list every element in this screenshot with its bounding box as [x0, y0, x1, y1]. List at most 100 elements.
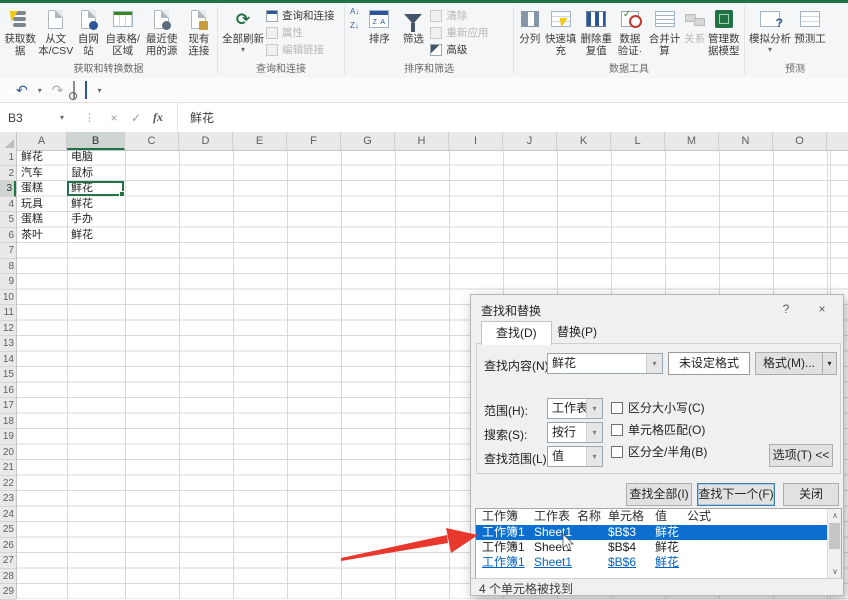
scroll-down-icon[interactable]: ∨ [828, 565, 842, 578]
row-header-24[interactable]: 24 [0, 507, 16, 523]
cell-b2[interactable]: 鼠标 [71, 166, 93, 181]
column-header-f[interactable]: F [287, 132, 341, 150]
edit-links-button[interactable]: 编辑链接 [266, 43, 335, 56]
column-header-i[interactable]: I [449, 132, 503, 150]
search-combo[interactable]: 按行 ▾ [547, 422, 603, 443]
column-header-j[interactable]: J [503, 132, 557, 150]
customize-qat-dropdown-icon[interactable]: ▾ [97, 86, 101, 95]
match-cell-checkbox[interactable]: 单元格匹配(O) [611, 421, 705, 438]
filter-button[interactable]: 筛选 [397, 4, 429, 45]
sort-descending-button[interactable]: Z↓ [350, 22, 359, 30]
reapply-button[interactable]: 重新应用 [430, 26, 488, 39]
cell-b1[interactable]: 电脑 [71, 150, 93, 165]
chevron-down-icon[interactable]: ▾ [586, 447, 602, 466]
tab-find[interactable]: 查找(D) [481, 321, 552, 345]
scroll-up-icon[interactable]: ∧ [828, 509, 842, 522]
scrollbar-thumb[interactable] [829, 523, 840, 549]
row-header-25[interactable]: 25 [0, 522, 16, 538]
result-row-3[interactable]: 工作簿1 Sheet1 $B$6 鲜花 [476, 555, 827, 570]
name-box[interactable]: B3 ▾ [0, 103, 76, 132]
data-validation-button[interactable]: 数据验证· [614, 4, 645, 57]
tab-replace[interactable]: 替换(P) [543, 321, 611, 344]
within-combo[interactable]: 工作表 ▾ [547, 398, 603, 419]
sort-button[interactable]: Z A 排序 [362, 4, 396, 45]
row-header-8[interactable]: 8 [0, 259, 16, 275]
column-header-h[interactable]: H [395, 132, 449, 150]
row-header-12[interactable]: 12 [0, 321, 16, 337]
cell-a2[interactable]: 汽车 [21, 166, 43, 181]
refresh-all-button[interactable]: ⟳ 全部刷新 ▾ [221, 4, 265, 54]
resize-handle-icon[interactable]: ⋮ [76, 111, 103, 124]
cell-a4[interactable]: 玩具 [21, 197, 43, 212]
chevron-down-icon[interactable]: ▾ [646, 354, 662, 373]
formula-input[interactable]: 鲜花 [177, 103, 848, 132]
forecast-sheet-button[interactable]: 预测工 [793, 4, 827, 45]
clear-filter-button[interactable]: 清除 [430, 9, 488, 22]
queries-connections-button[interactable]: 查询和连接 [266, 9, 335, 22]
result-row-1[interactable]: 工作簿1 Sheet1 $B$3 鲜花 [476, 525, 827, 540]
row-header-27[interactable]: 27 [0, 553, 16, 569]
row-header-15[interactable]: 15 [0, 367, 16, 383]
remove-duplicates-button[interactable]: 删除重复值 [579, 4, 614, 57]
chevron-down-icon[interactable]: ▾ [586, 399, 602, 418]
column-header-k[interactable]: K [557, 132, 611, 150]
close-button[interactable]: 关闭 [783, 483, 839, 506]
row-header-26[interactable]: 26 [0, 538, 16, 554]
relationships-button[interactable]: 关系 [684, 4, 706, 45]
properties-button[interactable]: 属性 [266, 26, 335, 39]
row-header-22[interactable]: 22 [0, 476, 16, 492]
match-width-checkbox[interactable]: 区分全/半角(B) [611, 443, 707, 460]
cancel-button[interactable]: × [103, 111, 125, 125]
row-header-20[interactable]: 20 [0, 445, 16, 461]
find-next-button[interactable]: 查找下一个(F) [697, 483, 775, 506]
format-dropdown-icon[interactable]: ▾ [822, 352, 837, 375]
row-header-16[interactable]: 16 [0, 383, 16, 399]
enter-button[interactable]: ✓ [125, 111, 147, 125]
column-header-m[interactable]: M [665, 132, 719, 150]
row-header-18[interactable]: 18 [0, 414, 16, 430]
table-view-button[interactable] [85, 83, 87, 97]
column-header-a[interactable]: A [17, 132, 67, 150]
cell-a6[interactable]: 茶叶 [21, 228, 43, 243]
row-header-23[interactable]: 23 [0, 491, 16, 507]
flash-fill-button[interactable]: 快速填充 [543, 4, 578, 57]
cell-b5[interactable]: 手办 [71, 212, 93, 227]
row-header-17[interactable]: 17 [0, 398, 16, 414]
undo-button[interactable]: ↶ [16, 83, 28, 97]
row-header-19[interactable]: 19 [0, 429, 16, 445]
column-header-n[interactable]: N [719, 132, 773, 150]
consolidate-button[interactable]: 合并计算 [646, 4, 682, 57]
find-what-combo[interactable]: 鲜花 ▾ [547, 353, 663, 374]
sort-ascending-button[interactable]: A↓ [350, 8, 359, 16]
cell-b6[interactable]: 鲜花 [71, 228, 93, 243]
undo-dropdown-icon[interactable]: ▾ [38, 86, 42, 95]
find-all-button[interactable]: 查找全部(I) [626, 483, 692, 506]
column-header-d[interactable]: D [179, 132, 233, 150]
chevron-down-icon[interactable]: ▾ [586, 423, 602, 442]
name-box-dropdown-icon[interactable]: ▾ [60, 113, 76, 122]
format-button[interactable]: 格式(M)... [755, 352, 823, 375]
column-header-c[interactable]: C [125, 132, 179, 150]
row-header-14[interactable]: 14 [0, 352, 16, 368]
cell-a3[interactable]: 蛋糕 [21, 181, 43, 196]
row-header-29[interactable]: 29 [0, 584, 16, 600]
row-header-7[interactable]: 7 [0, 243, 16, 259]
text-to-columns-button[interactable]: 分列 [517, 4, 542, 45]
row-header-21[interactable]: 21 [0, 460, 16, 476]
column-header-o[interactable]: O [773, 132, 827, 150]
look-in-combo[interactable]: 值 ▾ [547, 446, 603, 467]
from-web-button[interactable]: 自网站 [74, 4, 102, 57]
results-scrollbar[interactable]: ∧ ∨ [827, 509, 841, 578]
cell-b4[interactable]: 鲜花 [71, 197, 93, 212]
close-icon[interactable]: × [809, 299, 835, 319]
from-text-csv-button[interactable]: 从文本/CSV [38, 4, 73, 57]
column-header-e[interactable]: E [233, 132, 287, 150]
select-all-corner[interactable] [0, 132, 17, 150]
cell-a5[interactable]: 蛋糕 [21, 212, 43, 227]
recent-sources-button[interactable]: 最近使用的源 [143, 4, 181, 57]
existing-connections-button[interactable]: 现有连接 [184, 4, 214, 57]
row-header-10[interactable]: 10 [0, 290, 16, 306]
cell-a1[interactable]: 鲜花 [21, 150, 43, 165]
advanced-filter-button[interactable]: 高级 [430, 43, 488, 56]
get-data-button[interactable]: 获取数据 [3, 4, 37, 57]
